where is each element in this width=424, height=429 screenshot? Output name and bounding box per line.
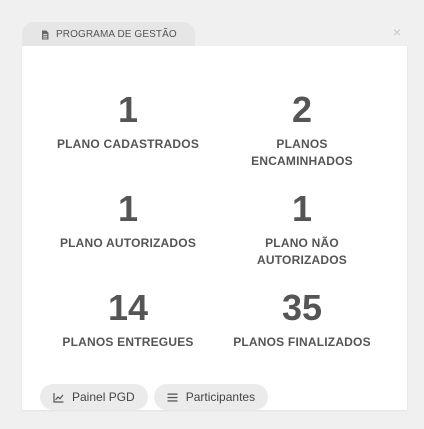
- stat-label: PLANOS FINALIZADOS: [233, 335, 371, 349]
- painel-pgd-button[interactable]: Painel PGD: [40, 384, 148, 410]
- stat-value: 1: [117, 188, 139, 229]
- stat-planos-cadastrados[interactable]: 1 PLANO CADASTRADOS: [40, 90, 216, 153]
- document-icon: [40, 30, 50, 40]
- programa-de-gestao-widget: PROGRAMA DE GESTÃO × 1 PLANO CADASTRADOS…: [22, 22, 407, 410]
- stat-planos-autorizados[interactable]: 1 PLANO AUTORIZADOS: [40, 189, 216, 252]
- line-chart-icon: [53, 392, 64, 403]
- widget-card: 1 PLANO CADASTRADOS 2 PLANOS ENCAMINHADO…: [22, 46, 407, 410]
- stat-value: 2: [291, 89, 313, 130]
- stat-label: PLANO NÃO AUTORIZADOS: [257, 236, 347, 267]
- widget-title: PROGRAMA DE GESTÃO: [56, 29, 177, 40]
- stat-planos-finalizados[interactable]: 35 PLANOS FINALIZADOS: [214, 288, 390, 351]
- widget-actions: Painel PGD Participantes: [40, 384, 269, 410]
- close-icon[interactable]: ×: [389, 24, 405, 40]
- stat-label: PLANO CADASTRADOS: [56, 137, 200, 151]
- stat-planos-nao-autorizados[interactable]: 1 PLANO NÃO AUTORIZADOS: [214, 189, 390, 269]
- stat-label: PLANO AUTORIZADOS: [59, 236, 197, 250]
- stat-value: 1: [291, 188, 313, 229]
- stat-value: 14: [107, 287, 149, 328]
- list-icon: [167, 392, 178, 403]
- stat-label: PLANOS ENCAMINHADOS: [251, 137, 353, 168]
- stat-planos-encaminhados[interactable]: 2 PLANOS ENCAMINHADOS: [214, 90, 390, 170]
- stat-label: PLANOS ENTREGUES: [62, 335, 194, 349]
- stat-value: 1: [117, 89, 139, 130]
- stat-planos-entregues[interactable]: 14 PLANOS ENTREGUES: [40, 288, 216, 351]
- stat-value: 35: [281, 287, 323, 328]
- participantes-label: Participantes: [185, 390, 256, 404]
- participantes-button[interactable]: Participantes: [153, 384, 269, 410]
- widget-tab: PROGRAMA DE GESTÃO: [22, 22, 195, 47]
- painel-pgd-label: Painel PGD: [72, 390, 135, 404]
